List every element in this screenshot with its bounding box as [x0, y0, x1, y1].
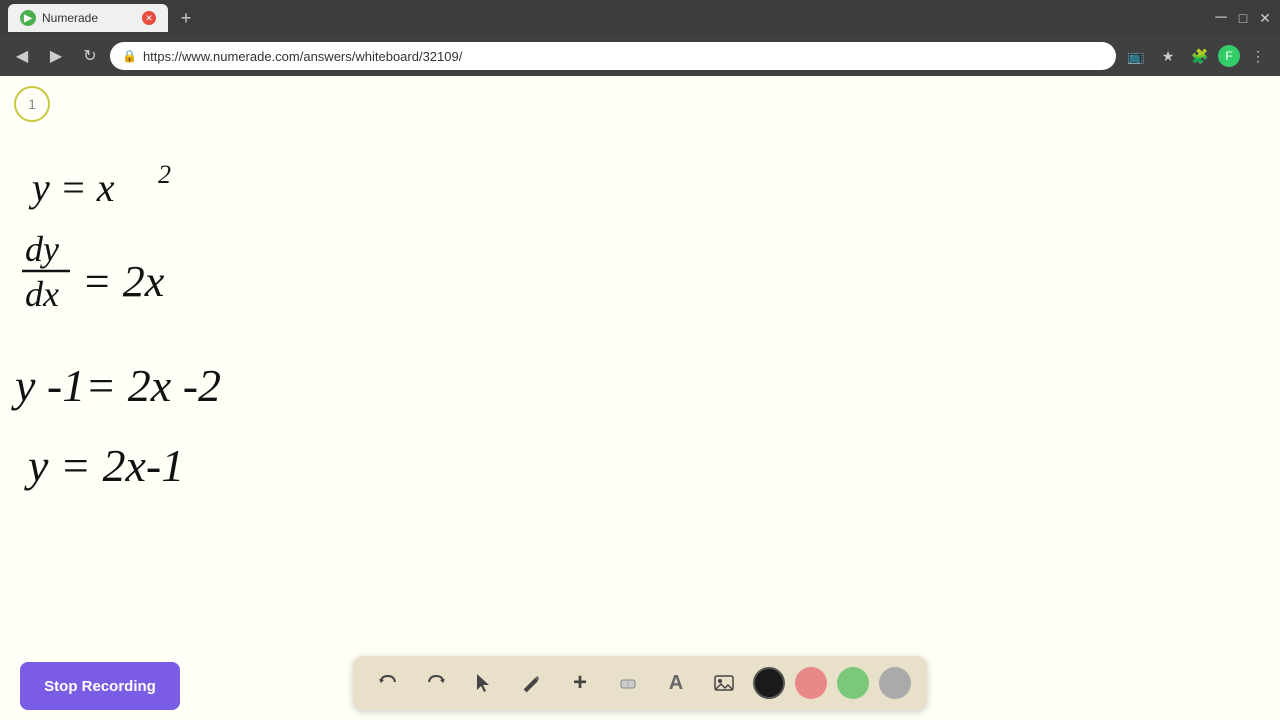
close-button[interactable]: ✕	[1258, 11, 1272, 25]
tab-title: Numerade	[42, 11, 98, 25]
color-black-button[interactable]	[753, 667, 785, 699]
color-pink-button[interactable]	[795, 667, 827, 699]
nav-bar: ◀ ▶ ↻ 🔒 https://www.numerade.com/answers…	[0, 36, 1280, 76]
reload-button[interactable]: ↻	[76, 42, 104, 70]
window-controls: ─ □ ✕	[1214, 11, 1272, 25]
svg-text:dx: dx	[25, 274, 59, 314]
eraser-button[interactable]	[609, 664, 647, 702]
extensions-button[interactable]: 🧩	[1186, 42, 1214, 70]
tab-bar: ▶ Numerade ✕ + ─ □ ✕	[0, 0, 1280, 36]
svg-text:y = x: y = x	[28, 165, 115, 210]
nav-extra-buttons: 📺 ★ 🧩 F ⋮	[1122, 42, 1272, 70]
color-green-button[interactable]	[837, 667, 869, 699]
undo-button[interactable]	[369, 664, 407, 702]
active-tab[interactable]: ▶ Numerade ✕	[8, 4, 168, 32]
step-number: 1	[28, 96, 36, 112]
tab-favicon: ▶	[20, 10, 36, 26]
redo-button[interactable]	[417, 664, 455, 702]
color-gray-button[interactable]	[879, 667, 911, 699]
pencil-button[interactable]	[513, 664, 551, 702]
svg-text:y -1= 2x -2: y -1= 2x -2	[11, 360, 221, 411]
maximize-button[interactable]: □	[1236, 11, 1250, 25]
whiteboard-math: y = x 2 dy dx = 2x y -1= 2x -2 y = 2x-1	[10, 131, 610, 591]
svg-text:dy: dy	[25, 229, 59, 269]
toolbar: + A	[353, 656, 927, 710]
bookmark-button[interactable]: ★	[1154, 42, 1182, 70]
add-button[interactable]: +	[561, 664, 599, 702]
address-bar[interactable]: 🔒 https://www.numerade.com/answers/white…	[110, 42, 1116, 70]
svg-text:2: 2	[158, 160, 171, 189]
cast-button[interactable]: 📺	[1122, 42, 1150, 70]
forward-button[interactable]: ▶	[42, 42, 70, 70]
lock-icon: 🔒	[122, 49, 137, 63]
stop-recording-button[interactable]: Stop Recording	[20, 662, 180, 710]
svg-text:y = 2x-1: y = 2x-1	[24, 440, 184, 491]
page-content: 1 y = x 2 dy dx = 2x y -1= 2x -2 y = 2x-…	[0, 76, 1280, 720]
image-button[interactable]	[705, 664, 743, 702]
browser-chrome: ▶ Numerade ✕ + ─ □ ✕ ◀ ▶ ↻ 🔒 https://www…	[0, 0, 1280, 76]
back-button[interactable]: ◀	[8, 42, 36, 70]
minimize-button[interactable]: ─	[1214, 11, 1228, 25]
text-button[interactable]: A	[657, 664, 695, 702]
tab-close-btn[interactable]: ✕	[142, 11, 156, 25]
new-tab-button[interactable]: +	[172, 4, 200, 32]
svg-text:= 2x: = 2x	[82, 257, 165, 306]
step-indicator: 1	[14, 86, 50, 122]
menu-button[interactable]: ⋮	[1244, 42, 1272, 70]
profile-button[interactable]: F	[1218, 45, 1240, 67]
url-text: https://www.numerade.com/answers/whitebo…	[143, 49, 462, 64]
select-button[interactable]	[465, 664, 503, 702]
